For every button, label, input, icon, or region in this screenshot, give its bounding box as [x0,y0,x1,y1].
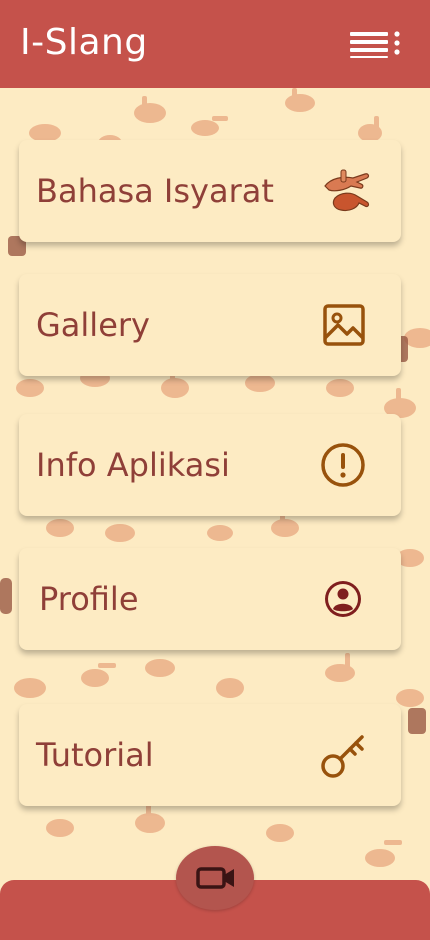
menu-card-label: Tutorial [36,736,154,774]
menu-card-gallery[interactable]: Gallery [19,274,401,376]
menu-card-tutorial[interactable]: Tutorial [19,704,401,806]
menu-card-info-aplikasi[interactable]: Info Aplikasi [19,414,401,516]
menu-card-label: Gallery [36,306,150,344]
app-header: I-Slang [0,0,430,88]
key-icon [321,735,364,778]
video-camera-icon [196,867,234,889]
menu-card-label: Bahasa Isyarat [36,172,274,210]
user-circle-icon [325,581,361,617]
hamburger-menu-icon [350,31,400,58]
image-icon [323,304,365,346]
menu-button[interactable] [350,30,404,60]
menu-card-label: Profile [39,580,139,618]
menu-card-label: Info Aplikasi [36,446,230,484]
menu-card-profile[interactable]: Profile [19,548,401,650]
menu-card-bahasa-isyarat[interactable]: Bahasa Isyarat [19,140,401,242]
app-title: I-Slang [20,22,148,63]
alert-circle-icon [321,443,365,487]
camera-button[interactable] [176,846,254,910]
sign-language-hands-icon [324,169,370,212]
